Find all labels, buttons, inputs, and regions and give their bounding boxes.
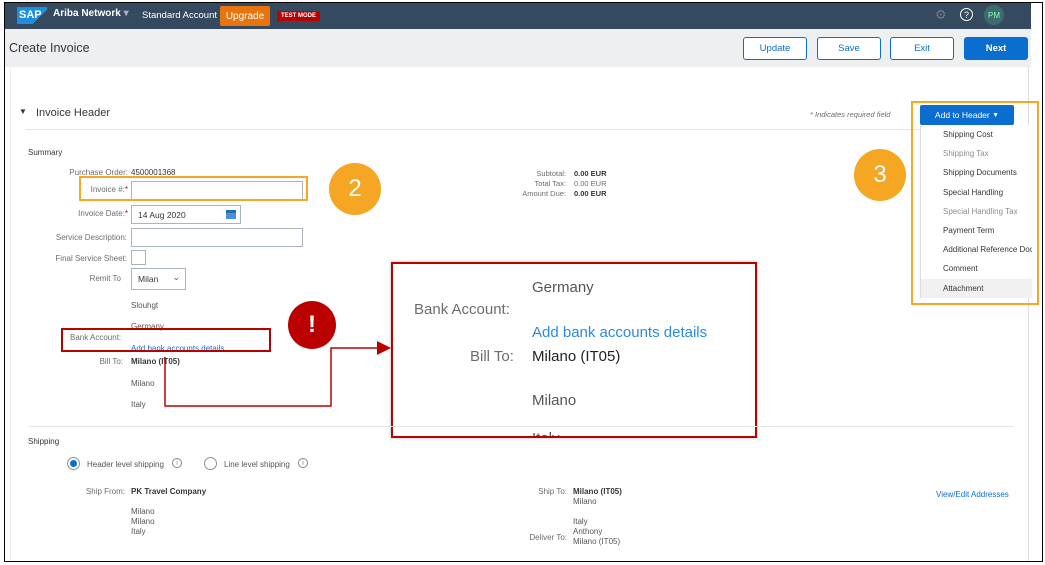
screenshot-frame: SAP Ariba Network ▾ Standard Account Upg… [4, 2, 1043, 562]
header-level-radio[interactable] [67, 457, 80, 470]
info-icon[interactable]: i [172, 458, 182, 468]
magnified-view: Germany Bank Account: Add bank accounts … [391, 262, 757, 438]
zoom-bank-account-label: Bank Account: [414, 301, 510, 318]
ship-from-label: Ship From: [85, 487, 125, 496]
zoom-add-bank-details-link[interactable]: Add bank accounts details [532, 324, 707, 341]
deliver-to-label: Deliver To: [529, 533, 567, 542]
deliver-to-line-1: Anthony [573, 527, 603, 536]
divider [29, 426, 1014, 427]
zoom-bill-line-2: Italy [532, 430, 560, 436]
zoom-bill-to-label: Bill To: [470, 348, 514, 365]
zoom-bill-line-1: Milano [532, 392, 577, 409]
header-level-label: Header level shipping [87, 460, 164, 469]
ship-to-line-2: Italy [573, 517, 588, 526]
line-level-label: Line level shipping [224, 460, 290, 469]
ship-to-value: Milano (IT05) [573, 487, 622, 496]
line-level-radio[interactable] [204, 457, 217, 470]
ship-from-value: PK Travel Company [131, 487, 207, 496]
ship-from-line: Milano [131, 507, 155, 516]
view-edit-addresses-link[interactable]: View/Edit Addresses [936, 490, 1009, 499]
ship-from-line: Italy [131, 527, 146, 536]
deliver-to-line-2: Milano (IT05) [573, 537, 621, 546]
ship-to-label: Ship To: [538, 487, 567, 496]
ship-from-line: Milano [131, 517, 155, 526]
shipping-title: Shipping [28, 437, 60, 446]
ship-to-line-1: Milano [573, 497, 597, 506]
zoom-remit-line-2: Germany [532, 279, 594, 296]
zoom-bill-to-value: Milano (IT05) [532, 348, 621, 365]
info-icon[interactable]: i [298, 458, 308, 468]
